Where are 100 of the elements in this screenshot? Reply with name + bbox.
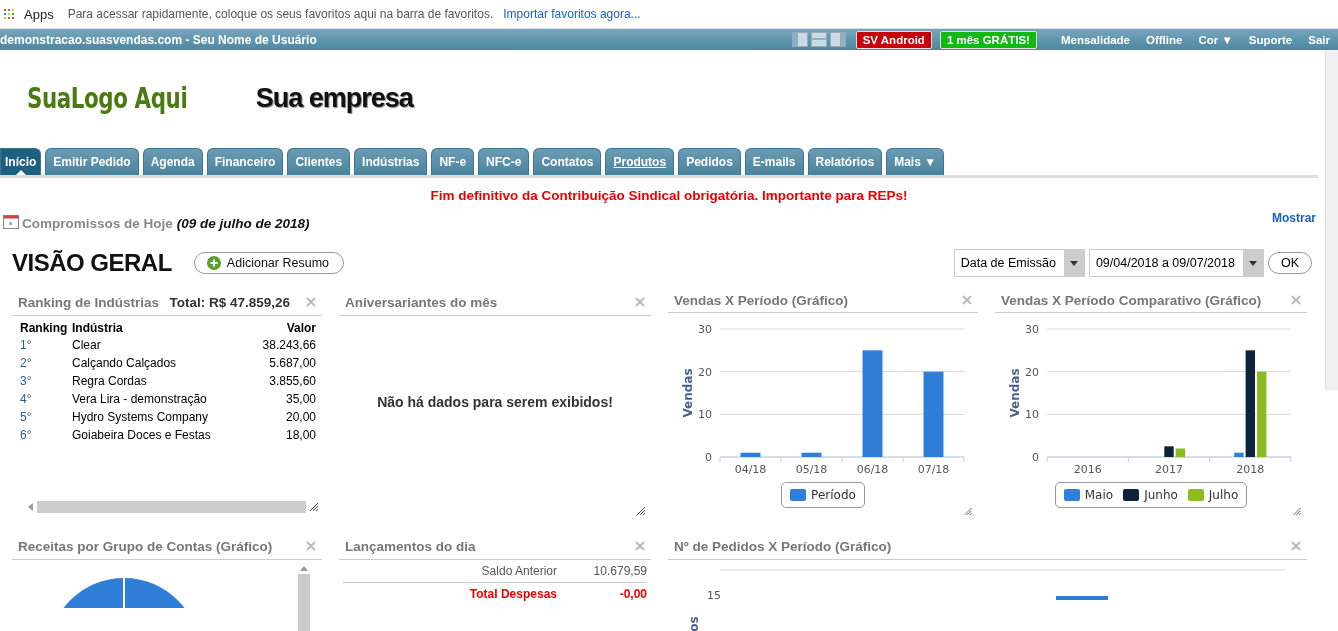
scrollbar[interactable]: [1325, 50, 1338, 390]
date-range-select[interactable]: 09/04/2018 a 09/07/2018: [1088, 249, 1264, 277]
bookmarks-hint: Para acessar rapidamente, coloque os seus favoritos aqui na barra de favoritos.: [67, 7, 494, 21]
entry-label: Saldo Anterior: [481, 564, 557, 578]
ok-button[interactable]: OK: [1267, 252, 1312, 274]
legend-label: Maio: [1084, 487, 1114, 502]
close-icon[interactable]: [635, 541, 645, 551]
scroll-up-icon[interactable]: [300, 566, 308, 571]
promo-badge[interactable]: 1 mês GRÁTIS!: [939, 30, 1037, 49]
calendar-icon: [3, 215, 19, 229]
nav-tab[interactable]: Mais ▼: [886, 148, 945, 175]
import-link[interactable]: Importar favoritos agora...: [503, 7, 641, 21]
apps-icon[interactable]: [4, 9, 14, 19]
scrollbar-thumb[interactable]: [298, 574, 310, 631]
tick-label: 2018: [1236, 462, 1265, 476]
bar: [1164, 446, 1174, 457]
empty-message: Não há dados para serem exibidos!: [376, 392, 614, 412]
tick-label: 30: [1025, 322, 1039, 336]
nav-tab[interactable]: NFC-e: [478, 148, 530, 175]
nav-tab[interactable]: Financeiro: [206, 148, 284, 175]
column-header: Ranking: [20, 320, 72, 336]
resize-grip-icon[interactable]: [964, 507, 972, 515]
resize-grip-icon[interactable]: [637, 507, 645, 515]
widget-title: Vendas X Período (Gráfico): [674, 292, 849, 308]
close-icon[interactable]: [306, 297, 316, 307]
table-cell-text: Hydro Systems Company: [72, 409, 210, 426]
notice-text: Fim definitivo da Contribuição Sindical obrigatória. Importante para REPs!: [429, 188, 909, 203]
widget-title: Lançamentos do dia: [345, 538, 476, 554]
close-icon[interactable]: [1291, 295, 1301, 306]
resize-grip-icon[interactable]: [310, 503, 318, 511]
top-link[interactable]: Offline: [1146, 33, 1183, 46]
layout-icon[interactable]: [829, 32, 846, 47]
axis-label: Vendas: [681, 368, 695, 418]
nav-tab[interactable]: Indústrias: [354, 148, 428, 175]
widget-title: Aniversariantes do mês: [345, 294, 498, 310]
nav-tab[interactable]: Clientes: [287, 148, 351, 175]
tick-label: 0: [705, 450, 712, 464]
scroll-left-icon[interactable]: [28, 503, 33, 511]
table-cell: 2°: [20, 354, 72, 372]
scrollbar-thumb[interactable]: [36, 501, 307, 513]
nav-tab[interactable]: Início: [0, 148, 42, 175]
table-cell: 1°: [20, 336, 72, 354]
top-link[interactable]: Sair: [1308, 33, 1330, 46]
nav-tab[interactable]: NF-e: [431, 148, 475, 175]
widget-title: Vendas X Período Comparativo (Gráfico): [1001, 292, 1262, 308]
table-cell-text: Regra Cordas: [72, 373, 148, 390]
layout-icon[interactable]: [810, 32, 827, 47]
close-icon[interactable]: [635, 297, 645, 307]
table-cell-text: Goiabeira Doces e Festas: [72, 427, 212, 444]
nav-tab[interactable]: Pedidos: [678, 148, 741, 175]
nav-tab[interactable]: Emitir Pedido: [45, 148, 139, 175]
table-cell-text: 5.687,00: [268, 355, 316, 372]
axis-label: os: [686, 616, 701, 631]
tick-label: 20: [698, 365, 712, 379]
top-link[interactable]: Suporte: [1248, 33, 1293, 46]
layout-icon[interactable]: [791, 32, 808, 47]
table-cell-text: 18,00: [284, 427, 316, 444]
table-cell-text: 35,00: [284, 391, 316, 408]
close-icon[interactable]: [306, 541, 316, 551]
table-cell-text: 3.855,60: [268, 373, 316, 390]
top-link[interactable]: Cor ▼: [1198, 33, 1233, 46]
table-cell-text: 20,00: [284, 409, 316, 426]
widget-title: Ranking de Indústrias: [18, 294, 160, 310]
nav-tab[interactable]: E-mails: [744, 148, 804, 175]
table-cell: 6°: [20, 426, 72, 444]
close-icon[interactable]: [1291, 541, 1301, 551]
tick-label: 15: [707, 589, 721, 602]
caret-icon: [1248, 260, 1257, 266]
date-type-select[interactable]: Data de Emissão: [953, 249, 1085, 277]
apps-label[interactable]: Apps: [24, 6, 54, 22]
total-label: Total: R$ 47.859,26: [169, 294, 290, 310]
top-link[interactable]: Mensalidade: [1060, 33, 1130, 46]
legend-label: Julho: [1208, 487, 1239, 502]
show-link[interactable]: Mostrar: [1272, 211, 1316, 225]
entry-value: -0,00: [618, 587, 647, 601]
close-icon[interactable]: [962, 295, 972, 306]
logo: SuaLogo Aqui: [27, 81, 188, 115]
account-label: demonstracao.suasvendas.com - Seu Nome de Usuário: [0, 32, 318, 47]
column-header: Indústria: [72, 320, 124, 336]
axis-label: Vendas: [1008, 368, 1022, 418]
plus-icon: [206, 256, 221, 270]
nav-tab[interactable]: Relatórios: [807, 148, 883, 175]
widget-title: Receitas por Grupo de Contas (Gráfico): [18, 538, 273, 554]
promo-badge[interactable]: SV Android: [855, 30, 932, 49]
tick-label: 10: [1025, 408, 1039, 422]
nav-tab[interactable]: Contatos: [533, 148, 602, 175]
tick-label: 0: [1032, 450, 1039, 464]
company-name: Sua empresa: [255, 82, 413, 114]
bar: [740, 452, 761, 457]
column-header: Valor: [285, 320, 316, 336]
resize-grip-icon[interactable]: [1293, 507, 1301, 515]
date-label: (09 de julho de 2018): [176, 216, 310, 231]
add-summary-button[interactable]: Adicionar Resumo: [193, 252, 344, 274]
tick-label: 10: [698, 408, 712, 422]
table-cell: 4°: [20, 390, 72, 408]
nav-tab[interactable]: Agenda: [142, 148, 203, 175]
nav-tab[interactable]: Produtos: [605, 148, 675, 175]
legend-label: Junho: [1144, 487, 1178, 502]
entry-label: Total Despesas: [469, 587, 557, 601]
table-cell: 5°: [20, 408, 72, 426]
